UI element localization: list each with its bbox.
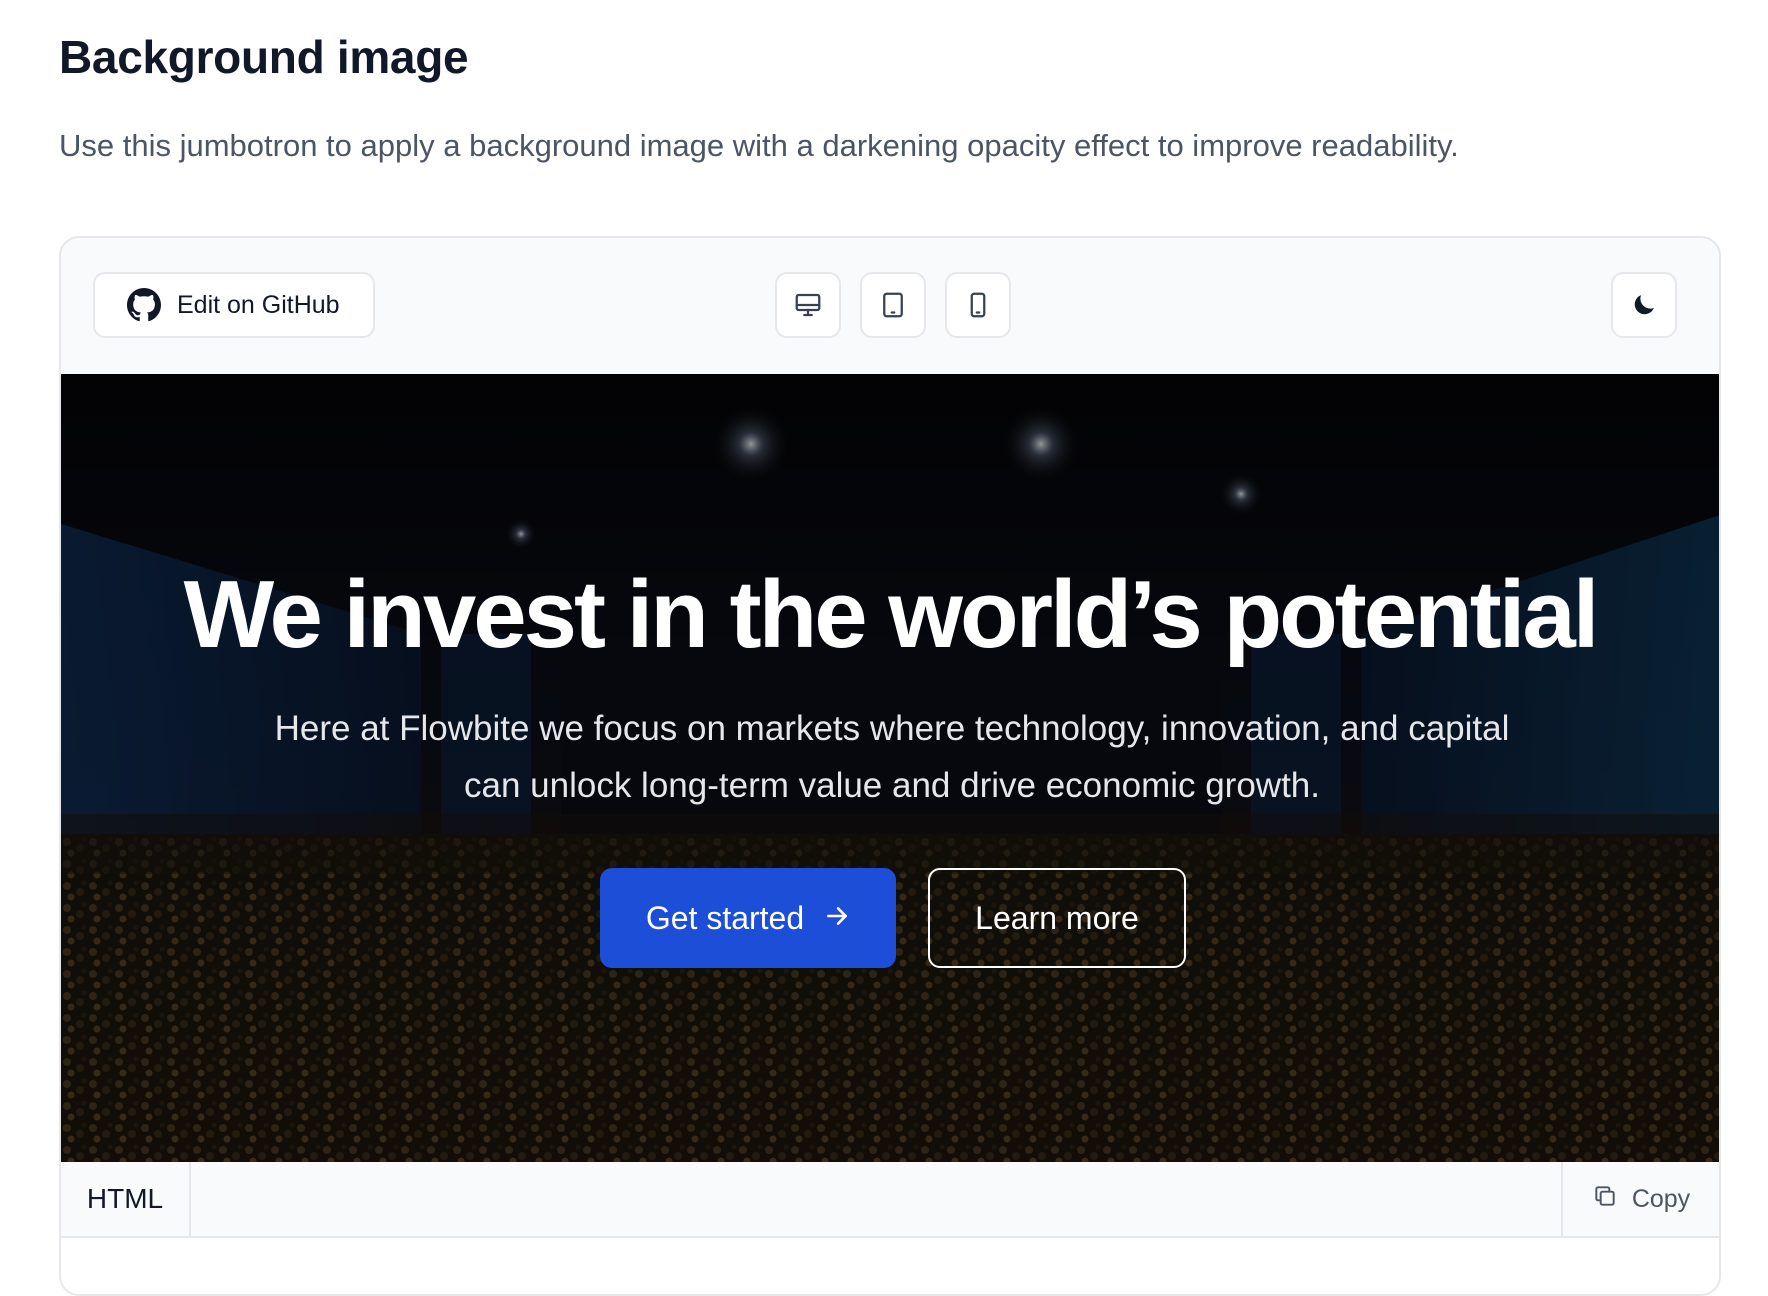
- hero-title: We invest in the world’s potential: [183, 561, 1600, 668]
- code-panel-header: HTML Copy: [61, 1162, 1719, 1238]
- get-started-label: Get started: [645, 899, 805, 936]
- copy-button[interactable]: Copy: [1561, 1162, 1719, 1236]
- learn-more-button[interactable]: Learn more: [928, 868, 1186, 968]
- preview-card: Edit on GitHub We invest in the world’s …: [59, 236, 1721, 1296]
- theme-toggle-button[interactable]: [1611, 272, 1677, 338]
- desktop-icon: [793, 290, 823, 320]
- edit-on-github-button[interactable]: Edit on GitHub: [93, 272, 375, 338]
- hero-subtitle: Here at Flowbite we focus on markets whe…: [274, 709, 1510, 805]
- edit-on-github-label: Edit on GitHub: [177, 290, 340, 319]
- jumbotron-hero: We invest in the world’s potential Here …: [61, 374, 1719, 1162]
- arrow-right-icon: [824, 900, 850, 937]
- copy-label: Copy: [1631, 1184, 1691, 1213]
- mobile-icon: [963, 290, 993, 320]
- learn-more-label: Learn more: [975, 899, 1139, 936]
- tablet-view-button[interactable]: [860, 272, 926, 338]
- get-started-button[interactable]: Get started: [600, 868, 896, 968]
- github-icon: [127, 288, 161, 322]
- section-description: Use this jumbotron to apply a background…: [59, 128, 1459, 163]
- tab-html-label: HTML: [86, 1183, 164, 1214]
- preview-toolbar: Edit on GitHub: [61, 238, 1719, 374]
- section-title: Background image: [59, 31, 469, 83]
- tablet-icon: [878, 290, 908, 320]
- desktop-view-button[interactable]: [775, 272, 841, 338]
- copy-icon: [1592, 1183, 1618, 1216]
- tab-html[interactable]: HTML: [61, 1162, 191, 1236]
- mobile-view-button[interactable]: [945, 272, 1011, 338]
- code-body: [61, 1238, 1719, 1294]
- moon-icon: [1630, 291, 1658, 319]
